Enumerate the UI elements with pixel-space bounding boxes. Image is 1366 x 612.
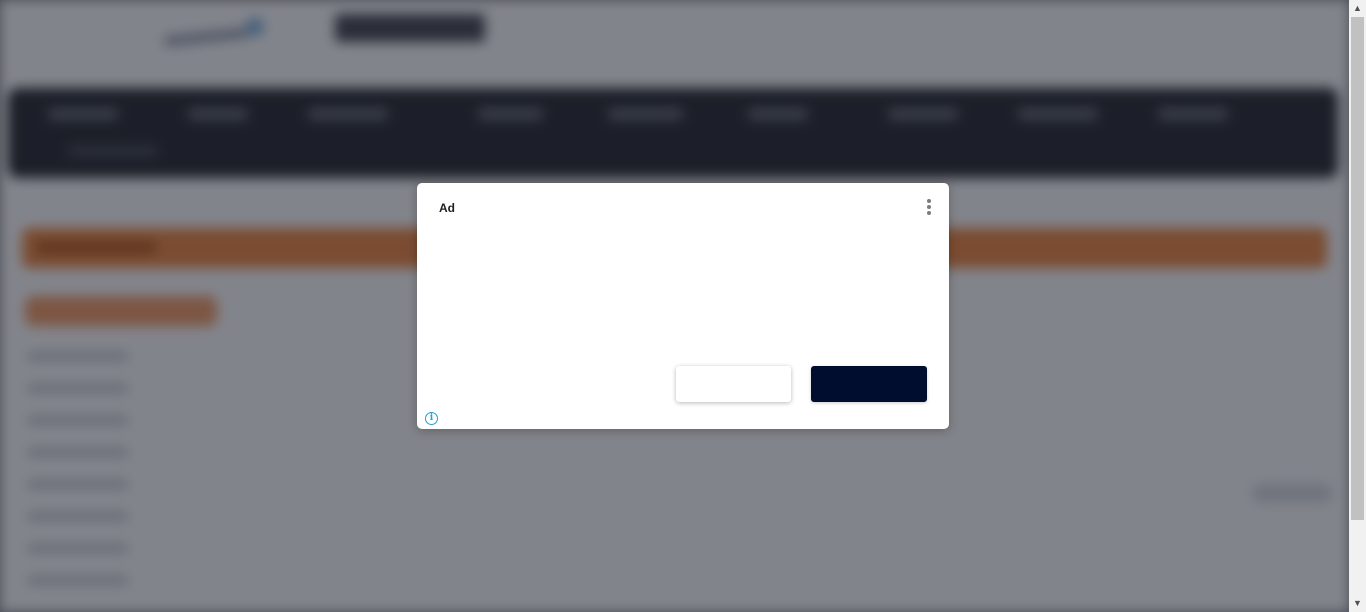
more-options-icon[interactable] (921, 197, 937, 217)
ad-primary-button[interactable] (811, 366, 927, 402)
ad-label: Ad (439, 201, 455, 215)
info-icon[interactable]: i (425, 412, 438, 425)
scroll-down-arrow-icon[interactable]: ▼ (1349, 595, 1366, 612)
ad-dialog: Ad i (417, 183, 949, 429)
page-scrollbar[interactable]: ▲ ▼ (1349, 0, 1366, 612)
scrollbar-thumb[interactable] (1351, 17, 1364, 520)
scroll-up-arrow-icon[interactable]: ▲ (1349, 0, 1366, 17)
ad-secondary-button[interactable] (676, 366, 791, 402)
page: ▲ ▼ Ad i (0, 0, 1366, 612)
